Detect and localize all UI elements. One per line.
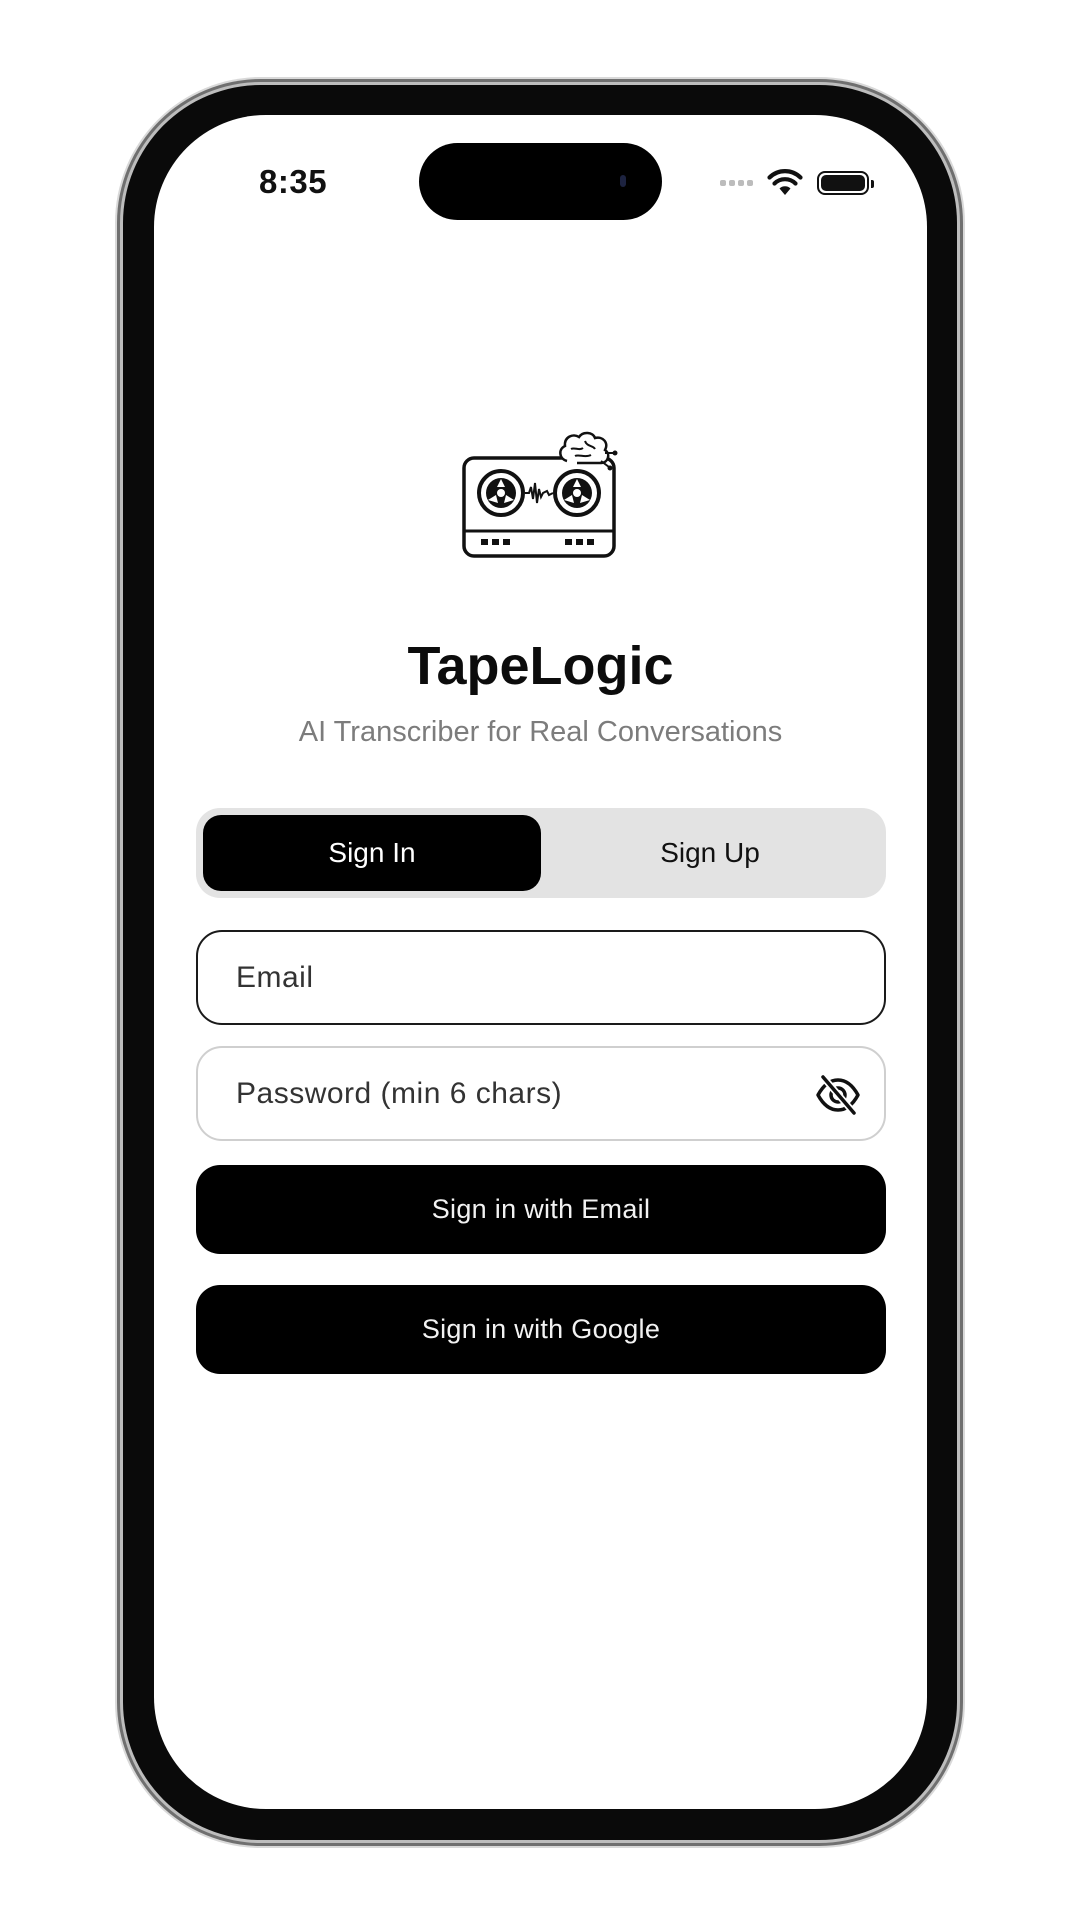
cellular-signal-icon — [720, 180, 753, 186]
camera-dot — [620, 175, 626, 187]
wifi-icon — [767, 169, 803, 195]
email-field[interactable] — [236, 960, 776, 995]
app-title: TapeLogic — [407, 636, 674, 696]
tab-sign-in[interactable]: Sign In — [203, 815, 541, 891]
password-field[interactable] — [236, 1076, 776, 1111]
status-time: 8:35 — [259, 163, 328, 200]
eye-off-icon[interactable] — [814, 1071, 862, 1119]
app-subtitle: AI Transcriber for Real Conversations — [298, 716, 783, 748]
power-button — [958, 635, 964, 835]
status-indicators — [720, 169, 874, 197]
sign-in-email-button[interactable]: Sign in with Email — [196, 1165, 886, 1254]
email-field-container — [196, 930, 886, 1025]
action-button — [116, 450, 122, 526]
phone-screen: 8:35 TapeLogic AI Transcriber for Real C… — [154, 115, 927, 1809]
password-field-container — [196, 1046, 886, 1141]
cassette-tape-brain-icon — [462, 431, 618, 558]
volume-up-button — [116, 590, 122, 716]
auth-segmented-control: Sign In Sign Up — [196, 808, 886, 898]
tab-sign-up[interactable]: Sign Up — [541, 815, 879, 891]
page: 8:35 TapeLogic AI Transcriber for Real C… — [0, 0, 1080, 1920]
sign-in-google-button[interactable]: Sign in with Google — [196, 1285, 886, 1374]
dynamic-island — [419, 143, 662, 220]
battery-icon — [817, 171, 874, 195]
volume-down-button — [116, 755, 122, 881]
